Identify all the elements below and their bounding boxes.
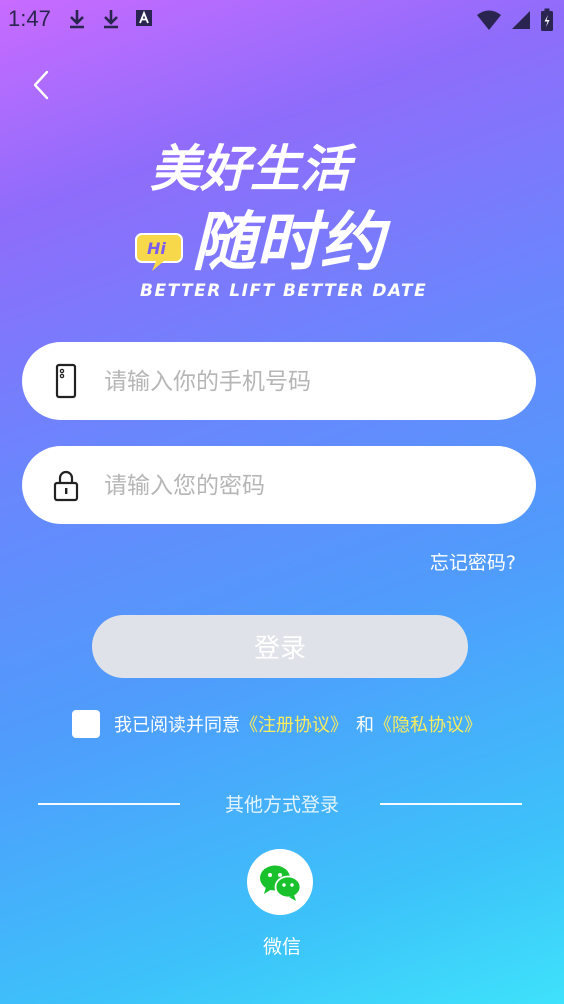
wechat-icon (260, 865, 302, 901)
app-logo: 美好生活 Hi 随时约 BETTER LIFT BETTER DATE (135, 140, 427, 301)
hi-badge-text: Hi (147, 239, 166, 258)
divider-line-right (380, 803, 522, 805)
lock-icon (53, 470, 79, 502)
login-button[interactable]: 登录 (92, 615, 468, 678)
privacy-link[interactable]: 《隐私协议》 (374, 711, 482, 737)
agreement-and: 和 (356, 715, 374, 736)
phone-field[interactable] (22, 342, 536, 420)
wifi-icon (477, 10, 501, 30)
logo-line1: 美好生活 (150, 140, 357, 198)
battery-icon (541, 8, 553, 31)
phone-icon (55, 363, 77, 399)
status-bar: 1:47 (0, 0, 564, 40)
app-a-icon (136, 10, 152, 26)
password-input[interactable] (102, 464, 506, 508)
terms-link[interactable]: 《注册协议》 (240, 711, 348, 737)
status-system-icons (476, 8, 554, 32)
status-time: 1:47 (8, 6, 51, 31)
download-icon (104, 10, 118, 29)
password-field[interactable] (22, 446, 536, 524)
logo-tagline: BETTER LIFT BETTER DATE (140, 281, 427, 301)
agreement-row: 我已阅读并同意 《注册协议》 和 《隐私协议》 (72, 710, 482, 738)
agreement-checkbox[interactable] (72, 710, 100, 738)
status-notifications (66, 8, 154, 30)
wechat-label: 微信 (262, 936, 301, 958)
hi-badge: Hi (135, 233, 183, 271)
wechat-login-button[interactable] (247, 849, 313, 915)
agreement-text: 我已阅读并同意 (114, 715, 240, 736)
back-arrow-icon[interactable] (28, 68, 58, 102)
phone-input[interactable] (102, 360, 506, 404)
signal-icon (512, 11, 530, 29)
logo-line2: 随时约 (192, 206, 391, 280)
other-login-divider: 其他方式登录 (0, 790, 564, 818)
forgot-password-link[interactable]: 忘记密码? (430, 548, 516, 575)
download-icon (70, 10, 84, 29)
